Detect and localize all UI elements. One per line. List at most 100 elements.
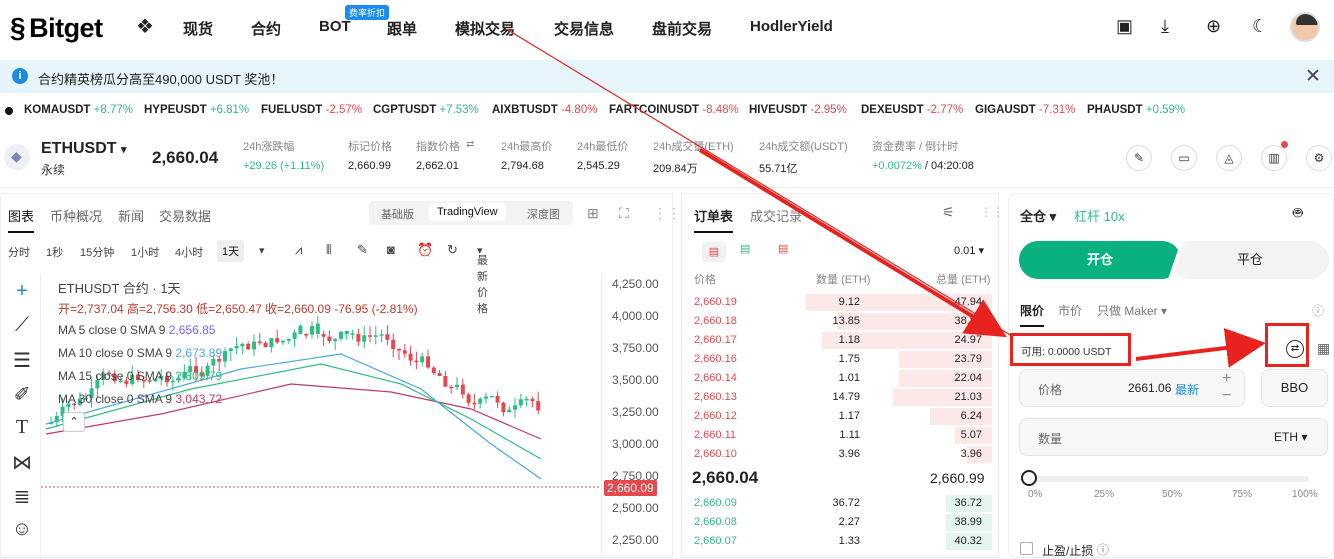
slider-mark[interactable]: 0% [1028, 489, 1042, 500]
nav-futures[interactable]: 合约 [251, 18, 281, 39]
fullscreen-icon[interactable]: ⛶ [619, 205, 629, 222]
settings-sliders-icon[interactable]: ⚟ [942, 204, 955, 221]
nav-copy-trading[interactable]: 跟单 [387, 18, 417, 39]
tab-trading-data[interactable]: 交易数据 [159, 206, 211, 225]
quantity-input[interactable]: 数量 ETH ▾ [1019, 418, 1328, 456]
ticker-item[interactable]: GIGAUSDT -7.31% [975, 104, 1075, 116]
apps-grid-icon[interactable]: ❖ [136, 14, 154, 39]
indicator-icon[interactable]: ⩘ [295, 242, 302, 258]
nav-demo-trading[interactable]: 模拟交易 [455, 18, 515, 39]
ask-row[interactable]: 2,660.11 1.11 5.07 [682, 426, 992, 445]
precision-select[interactable]: 0.01 ▾ [954, 244, 984, 257]
notes-icon[interactable]: ✎ [1126, 145, 1152, 171]
ma-5-legend[interactable]: MA 5 close 0 SMA 9 2,656.85 [58, 323, 215, 337]
amount-slider-handle[interactable] [1021, 470, 1037, 486]
camera-icon[interactable]: ◙ [387, 242, 395, 257]
bid-row[interactable]: 2,660.08 2.27 38.99 [682, 513, 992, 532]
interval-15m[interactable]: 15分钟 [80, 244, 114, 260]
interval-dropdown-icon[interactable]: ▾ [259, 244, 265, 257]
nav-hodleryield[interactable]: HodlerYield [750, 18, 833, 35]
robot-icon[interactable]: 🤖︎ [1293, 203, 1303, 225]
ticker-item[interactable]: AIXBTUSDT -4.80% [492, 104, 597, 116]
ticker-item[interactable]: CGPTUSDT +7.53% [373, 104, 479, 116]
order-type-limit[interactable]: 限价 [1020, 302, 1045, 327]
pencil-icon[interactable]: ✎ [357, 242, 368, 258]
layout-grid-icon[interactable]: ⊞ [587, 205, 599, 222]
interval-1h[interactable]: 1小时 [131, 244, 159, 260]
avatar[interactable] [1290, 12, 1320, 42]
ask-row[interactable]: 2,660.12 1.17 6.24 [682, 407, 992, 426]
close-position-tab[interactable]: 平仓 [1171, 241, 1329, 279]
ticker-item[interactable]: KOMAUSDT +8.77% [24, 104, 133, 116]
slider-mark[interactable]: 75% [1232, 489, 1252, 500]
ma-30-legend[interactable]: MA 30 close 0 SMA 9 3,043.72 [58, 392, 222, 406]
price-value[interactable]: 2661.06 [1128, 381, 1171, 395]
trend-line-icon[interactable]: ⟋ [9, 314, 35, 337]
info-icon[interactable]: ⓘ [1312, 302, 1324, 319]
bid-row[interactable]: 2,660.09 36.72 36.72 [682, 494, 992, 513]
tab-chart[interactable]: 图表 [8, 206, 35, 233]
view-depth[interactable]: 深度图 [527, 206, 560, 222]
margin-mode-select[interactable]: 全仓 ▾ [1020, 206, 1056, 225]
emoji-icon[interactable]: ☺ [9, 518, 35, 541]
view-bids-icon[interactable]: ▤ [740, 242, 750, 255]
horizontal-lines-icon[interactable]: ☰ [9, 348, 35, 373]
price-type-select[interactable]: 最新价格 ▾ [477, 244, 488, 315]
text-tool-icon[interactable]: T [9, 416, 35, 439]
calculator-icon[interactable]: ▦ [1317, 340, 1330, 357]
price-decrement-icon[interactable]: − [1222, 387, 1231, 405]
fib-icon[interactable]: ≣ [9, 484, 35, 509]
ask-row[interactable]: 2,660.18 13.85 38.82 [682, 312, 992, 331]
download-icon[interactable]: ⤓ [1161, 16, 1169, 37]
tab-news[interactable]: 新闻 [118, 206, 144, 225]
amount-slider-track[interactable] [1027, 476, 1309, 482]
view-tradingview[interactable]: TradingView [429, 203, 506, 221]
nav-pre-market[interactable]: 盘前交易 [652, 18, 712, 39]
pattern-icon[interactable]: ⋈ [9, 450, 35, 475]
bbo-button[interactable]: BBO [1261, 369, 1328, 407]
bitget-logo[interactable]: § Bitget [10, 12, 103, 44]
alarm-icon[interactable]: ⏰ [417, 242, 433, 258]
tpsl-checkbox[interactable] [1020, 542, 1033, 555]
index-link-icon[interactable]: ⇄ [466, 139, 474, 150]
price-latest[interactable]: 最新 [1175, 381, 1199, 398]
settings-gear-icon[interactable]: ⚙ [1306, 145, 1332, 171]
tab-coin-overview[interactable]: 币种概况 [50, 206, 102, 225]
tpsl-label[interactable]: 止盈/止损 [1042, 542, 1093, 559]
ask-row[interactable]: 2,660.19 9.12 47.94 [682, 293, 992, 312]
book-icon[interactable]: ▥ [1261, 145, 1287, 171]
ask-row[interactable]: 2,660.13 14.79 21.03 [682, 388, 992, 407]
refresh-icon[interactable]: ↻ [447, 242, 458, 258]
nav-bot[interactable]: BOT [319, 18, 351, 35]
ma-10-legend[interactable]: MA 10 close 0 SMA 9 2,673.89 [58, 346, 222, 360]
wallet-icon[interactable]: ▣ [1116, 16, 1133, 37]
ticker-item[interactable]: DEXEUSDT -2.77% [861, 104, 963, 116]
interval-1d[interactable]: 1天 [217, 240, 245, 262]
ma-15-legend[interactable]: MA 15 close 0 SMA 9 2,809.79 [58, 369, 222, 383]
interval-1s[interactable]: 1秒 [46, 244, 63, 260]
drag-handle-icon[interactable]: ⋮⋮ [653, 205, 681, 222]
tpsl-info-icon[interactable]: ⓘ [1097, 541, 1109, 558]
ticket-icon[interactable]: ▭ [1171, 145, 1197, 171]
ask-row[interactable]: 2,660.14 1.01 22.04 [682, 369, 992, 388]
alert-bell-icon[interactable]: ◬ [1216, 145, 1242, 171]
interval-time[interactable]: 分时 [8, 244, 30, 260]
symbol-selector[interactable]: ETHUSDT ▾ [41, 140, 127, 158]
open-position-tab[interactable]: 开仓 [1019, 241, 1181, 279]
collapse-legend-icon[interactable]: ⌃ [63, 412, 85, 432]
tab-trades[interactable]: 成交记录 [750, 206, 802, 225]
interval-4h[interactable]: 4小时 [175, 244, 203, 260]
bid-row[interactable]: 2,660.07 1.33 40.32 [682, 532, 992, 551]
close-icon[interactable]: ✕ [1305, 65, 1321, 88]
qty-unit-select[interactable]: ETH ▾ [1274, 430, 1307, 444]
brush-icon[interactable]: ✐ [9, 382, 35, 407]
globe-icon[interactable]: ⊕ [1206, 16, 1221, 37]
crosshair-icon[interactable]: + [9, 280, 35, 303]
price-input[interactable]: 价格 2661.06 最新 + − [1019, 369, 1245, 407]
ticker-item[interactable]: HIVEUSDT -2.95% [749, 104, 847, 116]
ticker-item[interactable]: PHAUSDT +0.59% [1087, 104, 1185, 116]
ask-row[interactable]: 2,660.17 1.18 24.97 [682, 331, 992, 350]
ticker-item[interactable]: HYPEUSDT +6.81% [144, 104, 249, 116]
nav-spot[interactable]: 现货 [183, 18, 213, 39]
ask-row[interactable]: 2,660.10 3.96 3.96 [682, 445, 992, 464]
